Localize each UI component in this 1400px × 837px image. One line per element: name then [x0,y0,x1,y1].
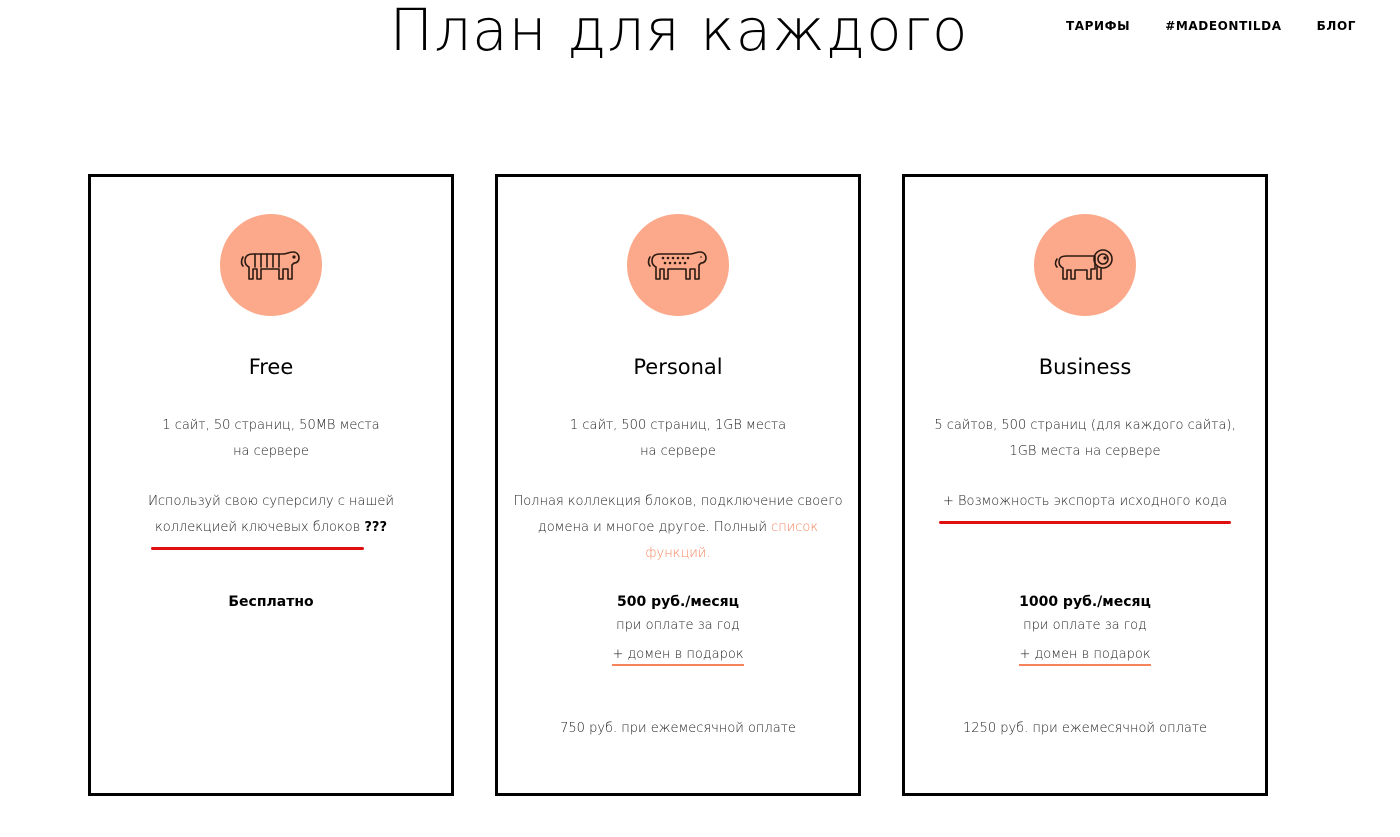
top-nav: ТАРИФЫ #MADEONTILDA БЛОГ [1066,19,1356,33]
nav-link-tariffs[interactable]: ТАРИФЫ [1066,19,1130,33]
plan-gift-wrap: + домен в подарок [905,643,1265,666]
plan-features-line: коллекцией ключевых блоков ??? [91,515,451,550]
nav-link-blog[interactable]: БЛОГ [1317,19,1356,33]
domain-gift-link[interactable]: + домен в подарок [612,647,744,666]
highlighted-text: + Возможность экспорта исходного кода [938,489,1232,524]
plan-monthly-price: 1250 руб. при ежемесячной оплате [963,721,1207,736]
lion-icon [1034,214,1136,316]
plan-name: Business [1038,355,1132,379]
plan-card-personal: Personal 1 сайт, 500 страниц, 1GB места … [495,174,861,796]
plan-monthly-price: 750 руб. при ежемесячной оплате [560,721,796,736]
plan-features: Используй свою суперсилу с нашей коллекц… [91,489,451,550]
features-list-link[interactable]: функций [645,546,706,561]
plan-price: Бесплатно [228,594,314,610]
highlighted-text: коллекцией ключевых блоков [150,515,365,550]
plan-limits-line: 1GB места на сервере [1009,444,1161,459]
plan-features-line: Используй свою суперсилу с нашей [148,494,394,509]
plan-price-note: при оплате за год [1023,618,1147,633]
features-list-link-period: . [706,546,711,561]
plan-features: Полная коллекция блоков, подключение сво… [498,489,858,567]
plan-features-line: + Возможность экспорта исходного кода [905,489,1265,524]
plan-features: + Возможность экспорта исходного кода [905,489,1265,524]
plan-price: 1000 руб./месяц [1019,594,1151,610]
plan-limits-line: 1 сайт, 500 страниц, 1GB места [569,418,787,433]
plan-features-text: домена и многое другое. Полный [537,520,767,535]
plan-features-line: функций. [498,541,858,567]
plan-card-free: Free 1 сайт, 50 страниц, 50MB места на с… [88,174,454,796]
plan-features-line: домена и многое другое. Полный список [498,515,858,541]
features-list-link[interactable]: список [771,520,818,535]
question-marks: ??? [364,520,388,535]
plan-card-business: Business 5 сайтов, 500 страниц (для кажд… [902,174,1268,796]
plan-name: Personal [633,355,723,379]
plan-price: 500 руб./месяц [616,594,740,610]
plan-limits: 5 сайтов, 500 страниц (для каждого сайта… [905,413,1265,465]
plan-limits-line: 1 сайт, 50 страниц, 50MB места [162,418,380,433]
plan-price-note: при оплате за год [616,618,740,633]
plan-limits-line: на сервере [233,444,309,459]
leopard-icon [627,214,729,316]
tiger-icon [220,214,322,316]
plan-limits: 1 сайт, 500 страниц, 1GB места на сервер… [498,413,858,465]
plan-gift-wrap: + домен в подарок [498,643,858,666]
plan-limits-line: 5 сайтов, 500 страниц (для каждого сайта… [934,418,1236,433]
plan-features-line: Полная коллекция блоков, подключение сво… [513,494,843,509]
plan-limits: 1 сайт, 50 страниц, 50MB места на сервер… [91,413,451,465]
plan-limits-line: на сервере [640,444,716,459]
plan-name: Free [248,355,294,379]
nav-link-madeontilda[interactable]: #MADEONTILDA [1165,19,1281,33]
domain-gift-link[interactable]: + домен в подарок [1019,647,1151,666]
